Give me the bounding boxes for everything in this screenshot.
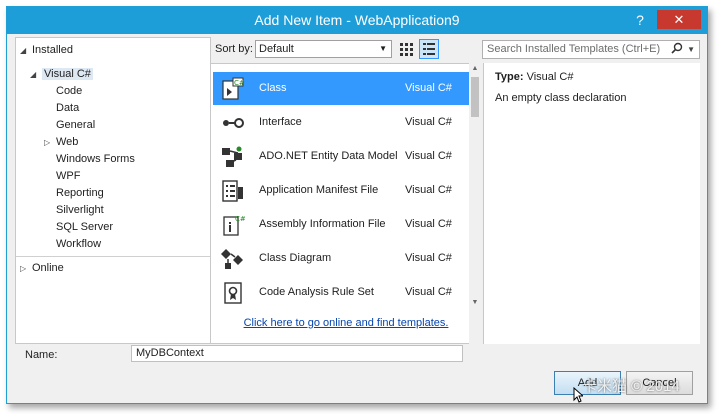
tree-item-label: Web bbox=[56, 136, 79, 148]
dialog-window: Add New Item - WebApplication9 ? ✕ ◢ Inst… bbox=[6, 6, 708, 404]
template-details-panel bbox=[483, 63, 700, 344]
template-name: Assembly Information File bbox=[259, 218, 386, 230]
template-language: Visual C# bbox=[405, 252, 452, 264]
tree-item-wpf[interactable]: WPF bbox=[56, 168, 80, 185]
manifest-icon bbox=[222, 180, 243, 202]
template-item-interface[interactable]: Interface Visual C# bbox=[213, 106, 469, 139]
tree-item-label: Online bbox=[32, 262, 64, 274]
template-language: Visual C# bbox=[405, 82, 452, 94]
sort-by-label: Sort by: bbox=[215, 43, 253, 55]
type-value: Visual C# bbox=[526, 71, 574, 83]
tree-item-visual-csharp[interactable]: ◢ Visual C# bbox=[30, 66, 93, 83]
window-title: Add New Item - WebApplication9 bbox=[254, 12, 460, 28]
tree-item-code[interactable]: Code bbox=[56, 83, 82, 100]
grid-view-icon bbox=[400, 43, 413, 56]
list-view-button[interactable] bbox=[419, 39, 439, 59]
template-item-code-analysis-rule-set[interactable]: Code Analysis Rule Set Visual C# bbox=[213, 276, 469, 309]
chevron-down-icon[interactable]: ▼ bbox=[687, 41, 695, 58]
entity-model-icon bbox=[222, 146, 242, 167]
interface-icon bbox=[223, 118, 244, 128]
tree-item-sql-server[interactable]: SQL Server bbox=[56, 219, 113, 236]
template-description: An empty class declaration bbox=[495, 92, 627, 104]
template-name: Interface bbox=[259, 116, 302, 128]
name-input[interactable]: MyDBContext bbox=[131, 345, 463, 362]
tree-item-online[interactable]: ▷ Online bbox=[20, 260, 64, 277]
scroll-down-arrow-icon[interactable]: ▼ bbox=[469, 299, 481, 307]
tree-divider bbox=[16, 256, 210, 257]
tree-item-data[interactable]: Data bbox=[56, 100, 79, 117]
class-diagram-icon bbox=[221, 249, 243, 269]
svg-text:C#: C# bbox=[235, 215, 245, 223]
template-tree: ◢ Installed ◢ Visual C# Code Data General … bbox=[15, 37, 211, 344]
medium-icons-view-button[interactable] bbox=[399, 41, 415, 57]
type-label: Type: bbox=[495, 71, 524, 83]
template-item-assembly-information-file[interactable]: C# Assembly Information File Visual C# bbox=[213, 208, 469, 241]
template-item-class[interactable]: C# Class Visual C# bbox=[213, 72, 469, 105]
name-label: Name: bbox=[25, 349, 58, 361]
tree-item-windows-forms[interactable]: Windows Forms bbox=[56, 151, 135, 168]
template-name: ADO.NET Entity Data Model bbox=[259, 150, 398, 162]
template-item-ado-net-entity-data-model[interactable]: ADO.NET Entity Data Model Visual C# bbox=[213, 140, 469, 173]
watermark: 卡米猫 © 2014 bbox=[582, 378, 680, 395]
tree-item-general[interactable]: General bbox=[56, 117, 95, 134]
search-icon[interactable] bbox=[671, 42, 683, 62]
chevron-down-icon: ▼ bbox=[379, 44, 387, 53]
template-name: Code Analysis Rule Set bbox=[259, 286, 374, 298]
sort-by-dropdown[interactable]: Default ▼ bbox=[255, 40, 392, 58]
tree-item-installed[interactable]: ◢ Installed bbox=[20, 42, 73, 59]
template-language: Visual C# bbox=[405, 116, 452, 128]
tree-item-reporting[interactable]: Reporting bbox=[56, 185, 104, 202]
tree-item-label: Installed bbox=[32, 44, 73, 56]
assembly-info-icon: C# bbox=[223, 215, 245, 236]
search-templates-input[interactable]: Search Installed Templates (Ctrl+E) ▼ bbox=[482, 40, 700, 59]
template-item-class-diagram[interactable]: Class Diagram Visual C# bbox=[213, 242, 469, 275]
template-language: Visual C# bbox=[405, 184, 452, 196]
scroll-up-arrow-icon[interactable]: ▲ bbox=[469, 65, 481, 73]
tree-item-workflow[interactable]: Workflow bbox=[56, 236, 101, 253]
template-language: Visual C# bbox=[405, 218, 452, 230]
close-button[interactable]: ✕ bbox=[657, 10, 701, 29]
mouse-cursor-icon bbox=[573, 387, 583, 403]
expanded-triangle-icon[interactable]: ◢ bbox=[30, 66, 42, 83]
template-name: Application Manifest File bbox=[259, 184, 379, 196]
help-button[interactable]: ? bbox=[630, 10, 650, 30]
scrollbar-thumb[interactable] bbox=[471, 77, 479, 117]
tree-item-label: Visual C# bbox=[42, 68, 93, 80]
template-language: Visual C# bbox=[405, 286, 452, 298]
tree-item-silverlight[interactable]: Silverlight bbox=[56, 202, 104, 219]
search-placeholder: Search Installed Templates (Ctrl+E) bbox=[487, 43, 661, 55]
collapsed-triangle-icon[interactable]: ▷ bbox=[44, 134, 56, 151]
template-list: C# Class Visual C# Interface Visual C# A… bbox=[211, 63, 469, 344]
online-templates-link[interactable]: Click here to go online and find templat… bbox=[211, 317, 481, 329]
sort-by-value: Default bbox=[259, 43, 294, 55]
template-name: Class bbox=[259, 82, 287, 94]
expanded-triangle-icon[interactable]: ◢ bbox=[20, 42, 32, 59]
svg-text:C#: C# bbox=[234, 79, 245, 87]
template-type: Type: Visual C# bbox=[495, 71, 573, 83]
template-item-application-manifest-file[interactable]: Application Manifest File Visual C# bbox=[213, 174, 469, 207]
list-view-icon bbox=[423, 43, 435, 55]
class-icon: C# bbox=[222, 77, 245, 100]
collapsed-triangle-icon[interactable]: ▷ bbox=[20, 260, 32, 277]
template-name: Class Diagram bbox=[259, 252, 332, 264]
template-language: Visual C# bbox=[405, 150, 452, 162]
rule-set-icon bbox=[224, 282, 242, 304]
tree-item-web[interactable]: ▷ Web bbox=[44, 134, 78, 151]
